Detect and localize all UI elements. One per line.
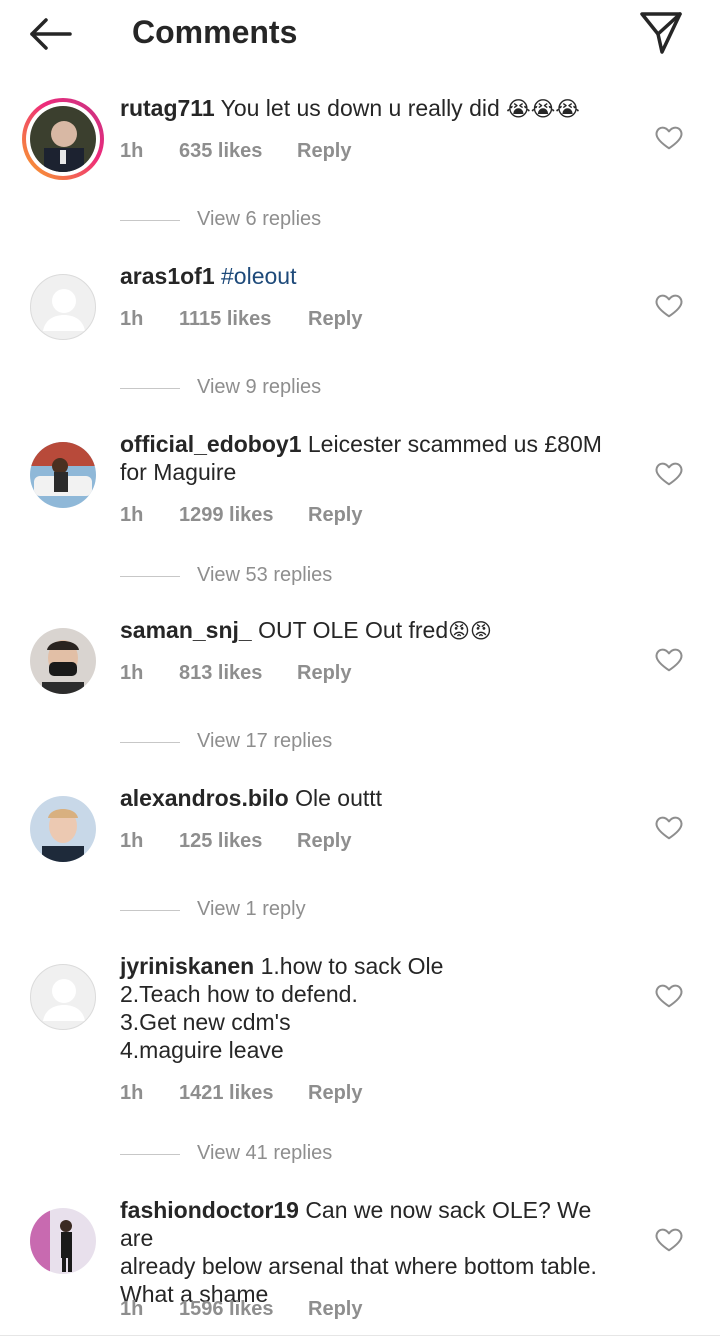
comment-text: You let us down u really did [220,95,500,121]
header-bar: Comments [0,0,720,68]
reply-button[interactable]: Reply [308,308,362,331]
timestamp: 1h [120,308,144,330]
likes-count[interactable]: 635 likes [179,140,262,163]
avatar[interactable] [22,98,104,180]
reply-button[interactable]: Reply [308,504,362,527]
likes-count[interactable]: 1299 likes [179,504,274,527]
like-button[interactable] [654,980,684,1010]
username[interactable]: rutag711 [120,95,215,121]
heart-outline-icon [655,648,683,672]
timestamp: 1h [120,1298,144,1320]
replies-divider [120,388,180,389]
timestamp: 1h [120,504,144,526]
replies-divider [120,910,180,911]
username[interactable]: jyriniskanen [120,953,254,979]
paper-plane-icon [640,12,682,54]
reply-button[interactable]: Reply [297,140,351,163]
replies-divider [120,742,180,743]
username[interactable]: saman_snj_ [120,617,252,643]
profile-photo [30,796,96,862]
crying-emoji: 😭😭😭 [506,98,580,121]
heart-outline-icon [655,126,683,150]
comment-text: Leicester scammed us £80M [307,431,602,457]
like-button[interactable] [654,122,684,152]
profile-photo [30,442,96,508]
comment-text-line-3: 3.Get new cdm's [120,1009,291,1035]
back-button[interactable] [26,14,76,54]
comment-text: OUT OLE Out fred [258,617,449,643]
profile-photo [30,628,96,694]
timestamp: 1h [120,1082,144,1104]
likes-count[interactable]: 813 likes [179,662,262,685]
avatar[interactable] [30,442,96,508]
replies-divider [120,220,180,221]
likes-count[interactable]: 125 likes [179,830,262,853]
like-button[interactable] [654,458,684,488]
comment-text: Ole outtt [295,785,383,811]
reply-button[interactable]: Reply [297,830,351,853]
like-button[interactable] [654,1224,684,1254]
comment-text-line-2: 2.Teach how to defend. [120,981,358,1007]
heart-outline-icon [655,984,683,1008]
hashtag-link[interactable]: #oleout [221,263,296,289]
comment-text-line-2: already below arsenal that where bottom … [120,1253,597,1279]
username[interactable]: aras1of1 [120,263,215,289]
angry-emoji: 😡😡 [448,620,492,643]
replies-divider [120,1154,180,1155]
likes-count[interactable]: 1421 likes [179,1082,274,1105]
username[interactable]: official_edoboy1 [120,431,301,457]
avatar[interactable] [30,274,96,340]
profile-photo [30,106,96,172]
comment-text-line-2: for Maguire [120,459,237,485]
likes-count[interactable]: 1596 likes [179,1298,274,1321]
like-button[interactable] [654,812,684,842]
share-button[interactable] [636,8,686,58]
avatar[interactable] [30,1208,96,1274]
heart-outline-icon [655,816,683,840]
reply-button[interactable]: Reply [297,662,351,685]
default-user-icon [43,979,85,1021]
avatar[interactable] [30,628,96,694]
bottom-divider [0,1335,720,1336]
comment-text: 1.how to sack Ole [260,953,444,979]
arrow-left-icon [30,18,72,50]
heart-outline-icon [655,462,683,486]
like-button[interactable] [654,644,684,674]
timestamp: 1h [120,140,144,162]
replies-divider [120,576,180,577]
timestamp: 1h [120,830,144,852]
avatar[interactable] [30,964,96,1030]
reply-button[interactable]: Reply [308,1298,362,1321]
reply-button[interactable]: Reply [308,1082,362,1105]
username[interactable]: alexandros.bilo [120,785,289,811]
likes-count[interactable]: 1115 likes [179,308,271,331]
page-title: Comments [132,14,298,50]
like-button[interactable] [654,290,684,320]
heart-outline-icon [655,294,683,318]
profile-photo [30,1208,96,1274]
avatar[interactable] [30,796,96,862]
comment-text-line-4: 4.maguire leave [120,1037,284,1063]
timestamp: 1h [120,662,144,684]
default-user-icon [43,289,85,331]
heart-outline-icon [655,1228,683,1252]
username[interactable]: fashiondoctor19 [120,1197,299,1223]
